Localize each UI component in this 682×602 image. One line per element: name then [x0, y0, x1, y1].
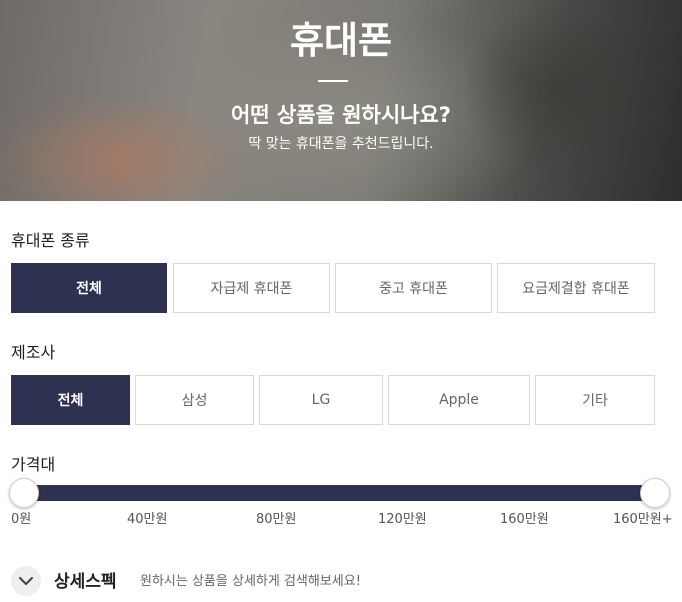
manufacturer-option-lg[interactable]: LG [259, 375, 383, 425]
manufacturer-option-apple[interactable]: Apple [388, 375, 530, 425]
price-label: 가격대 [11, 455, 56, 474]
hero-banner: 휴대폰 어떤 상품을 원하시나요? 딱 맞는 휴대폰을 추천드립니다. [0, 0, 682, 201]
price-tick: 40만원 [127, 512, 168, 527]
price-tick: 160만원+ [613, 512, 673, 527]
detail-spec-toggle[interactable] [11, 566, 41, 596]
manufacturer-label: 제조사 [11, 343, 56, 362]
phone-type-option-used[interactable]: 중고 휴대폰 [335, 263, 492, 313]
manufacturer-option-samsung[interactable]: 삼성 [135, 375, 254, 425]
chevron-down-icon [19, 576, 33, 586]
hero-subtitle: 어떤 상품을 원하시나요? [230, 103, 451, 127]
price-tick: 160만원 [500, 512, 549, 527]
hero-description: 딱 맞는 휴대폰을 추천드립니다. [248, 136, 434, 152]
price-range-track[interactable] [23, 485, 655, 501]
phone-type-option-plan-bundle[interactable]: 요금제결합 휴대폰 [497, 263, 655, 313]
price-tick: 0원 [11, 512, 32, 527]
phone-type-option-unlocked[interactable]: 자급제 휴대폰 [173, 263, 330, 313]
manufacturer-option-etc[interactable]: 기타 [535, 375, 655, 425]
price-tick: 80만원 [256, 512, 297, 527]
price-tick: 120만원 [378, 512, 427, 527]
price-min-handle[interactable] [9, 478, 39, 508]
phone-type-option-all[interactable]: 전체 [11, 263, 167, 313]
title-divider [318, 80, 348, 82]
detail-spec-title[interactable]: 상세스펙 [54, 571, 117, 593]
phone-type-label: 휴대폰 종류 [11, 231, 90, 250]
page-title: 휴대폰 [289, 19, 393, 62]
manufacturer-option-all[interactable]: 전체 [11, 375, 130, 425]
price-max-handle[interactable] [640, 478, 670, 508]
detail-spec-description: 원하시는 상품을 상세하게 검색해보세요! [140, 574, 361, 589]
